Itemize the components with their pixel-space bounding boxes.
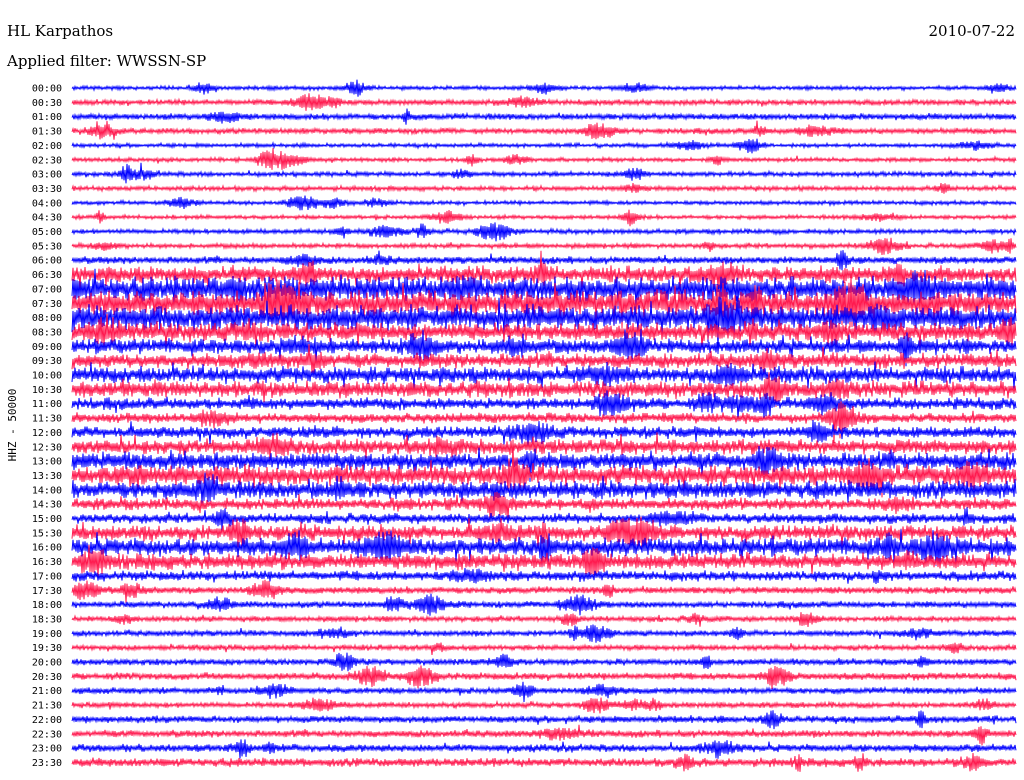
time-tick-label: 06:00 xyxy=(32,256,62,267)
time-tick-label: 06:30 xyxy=(32,270,62,281)
time-tick-label: 12:00 xyxy=(32,428,62,439)
time-tick-label: 21:00 xyxy=(32,686,62,697)
time-tick-label: 03:00 xyxy=(32,170,62,181)
time-tick-label: 19:00 xyxy=(32,629,62,640)
time-tick-label: 22:00 xyxy=(32,715,62,726)
time-tick-label: 13:30 xyxy=(32,471,62,482)
time-tick-label: 05:00 xyxy=(32,227,62,238)
time-tick-label: 10:30 xyxy=(32,385,62,396)
time-tick-label: 11:30 xyxy=(32,414,62,425)
time-tick-label: 18:00 xyxy=(32,600,62,611)
time-tick-label: 20:30 xyxy=(32,672,62,683)
time-tick-label: 19:30 xyxy=(32,643,62,654)
station-title: HL Karpathos xyxy=(7,22,113,40)
time-tick-label: 11:00 xyxy=(32,399,62,410)
time-tick-label: 17:30 xyxy=(32,586,62,597)
time-tick-label: 00:30 xyxy=(32,98,62,109)
time-tick-label: 02:00 xyxy=(32,141,62,152)
time-tick-label: 21:30 xyxy=(32,701,62,712)
time-tick-label: 09:30 xyxy=(32,356,62,367)
time-tick-label: 01:30 xyxy=(32,127,62,138)
time-tick-label: 03:30 xyxy=(32,184,62,195)
time-tick-label: 00:00 xyxy=(32,84,62,95)
time-tick-label: 15:00 xyxy=(32,514,62,525)
time-tick-label: 12:30 xyxy=(32,442,62,453)
time-tick-label: 16:30 xyxy=(32,557,62,568)
time-tick-label: 15:30 xyxy=(32,528,62,539)
date-label: 2010-07-22 xyxy=(929,22,1015,40)
time-tick-label: 23:30 xyxy=(32,758,62,769)
helicorder-plot: HL Karpathos 2010-07-22 Applied filter: … xyxy=(0,0,1024,780)
time-tick-label: 14:30 xyxy=(32,500,62,511)
time-tick-label: 10:00 xyxy=(32,371,62,382)
time-tick-label: 17:00 xyxy=(32,571,62,582)
time-tick-label: 14:00 xyxy=(32,485,62,496)
time-tick-label: 23:00 xyxy=(32,744,62,755)
time-tick-label: 13:00 xyxy=(32,457,62,468)
filter-label: Applied filter: WWSSN-SP xyxy=(6,52,206,70)
time-tick-label: 01:00 xyxy=(32,112,62,123)
time-tick-label: 09:00 xyxy=(32,342,62,353)
time-tick-label: 20:00 xyxy=(32,658,62,669)
time-tick-label: 08:30 xyxy=(32,327,62,338)
time-tick-label: 18:30 xyxy=(32,614,62,625)
time-tick-label: 04:00 xyxy=(32,198,62,209)
time-tick-label: 08:00 xyxy=(32,313,62,324)
time-tick-label: 07:00 xyxy=(32,284,62,295)
time-tick-label: 22:30 xyxy=(32,729,62,740)
y-axis-label: HHZ - 50000 xyxy=(6,389,19,462)
time-tick-label: 16:00 xyxy=(32,543,62,554)
time-tick-label: 02:30 xyxy=(32,155,62,166)
time-tick-label: 07:30 xyxy=(32,299,62,310)
time-tick-label: 05:30 xyxy=(32,241,62,252)
time-tick-label: 04:30 xyxy=(32,213,62,224)
